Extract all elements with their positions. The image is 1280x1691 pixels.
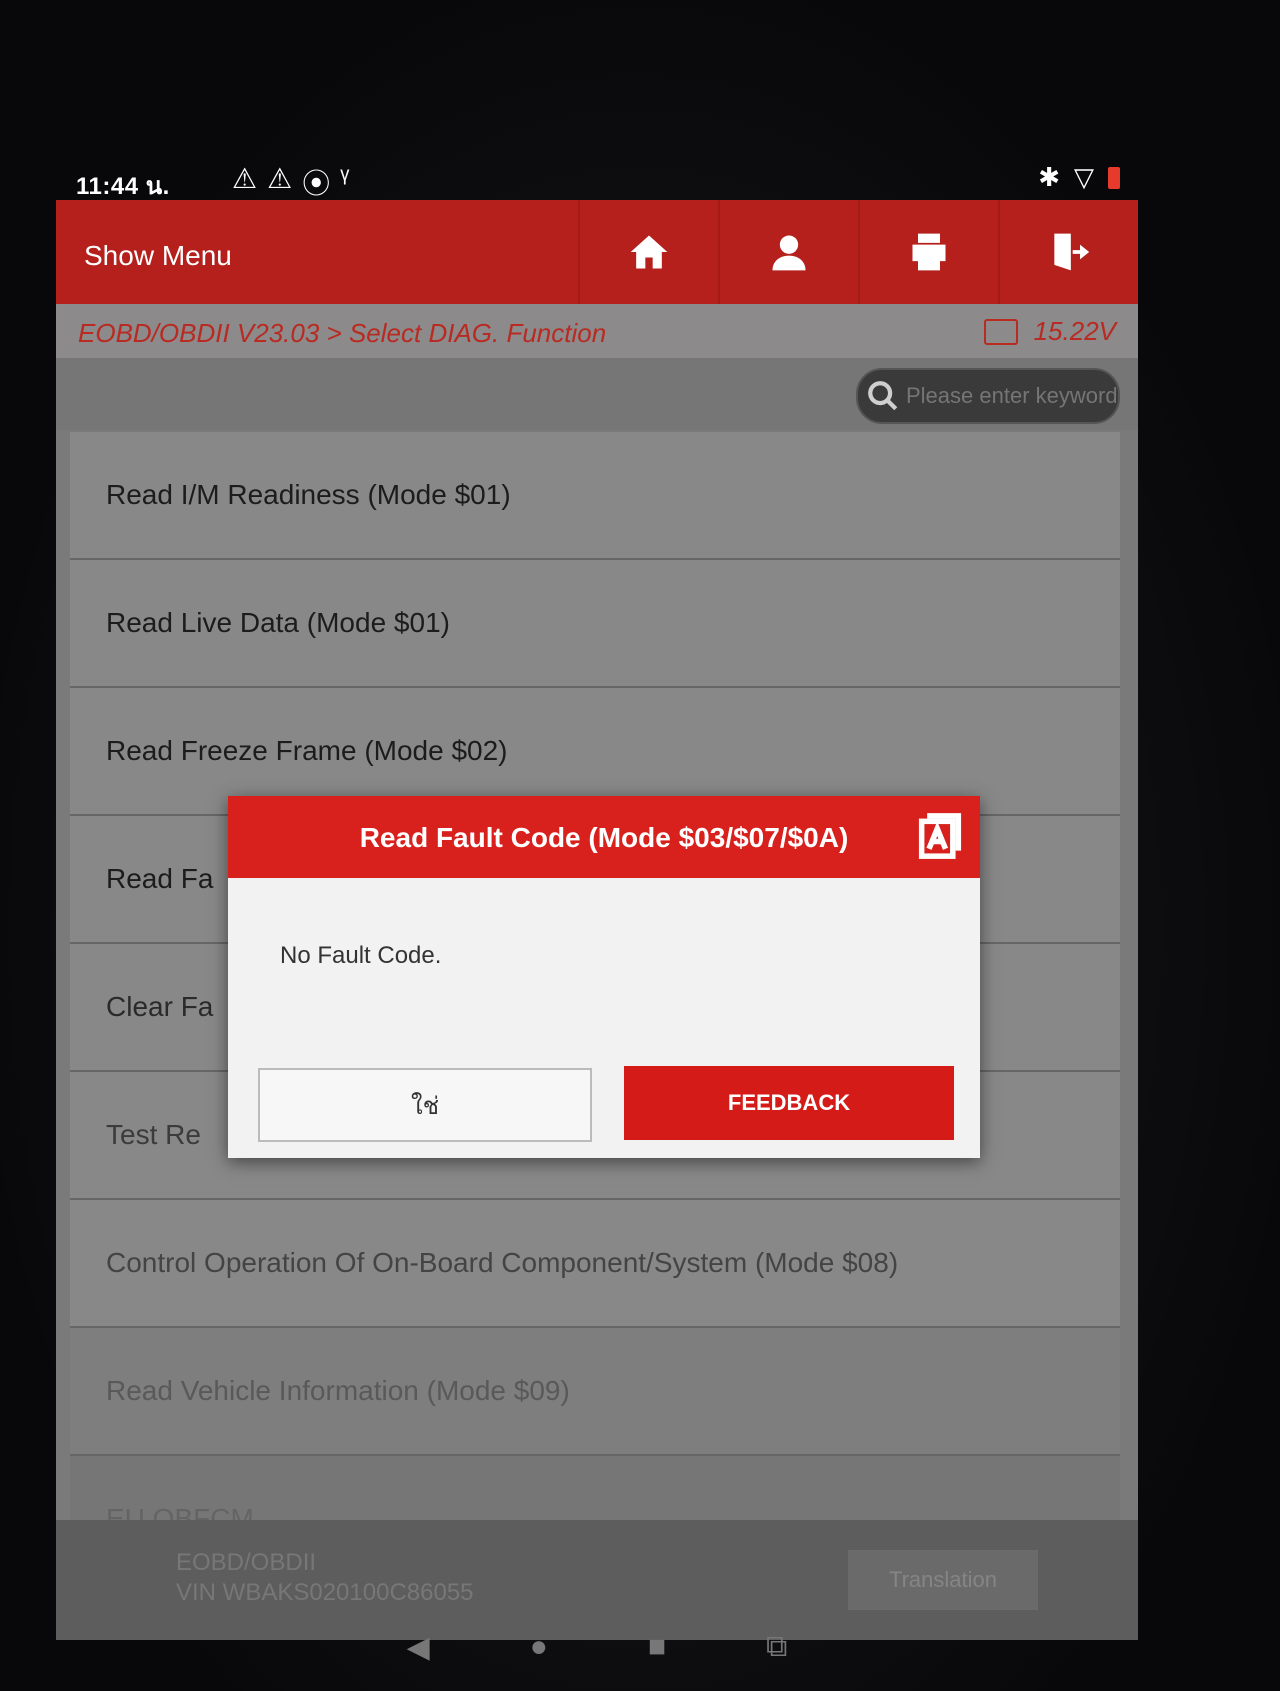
translation-button[interactable]: Translation [848, 1550, 1038, 1610]
home-button[interactable] [578, 200, 718, 304]
top-icons [578, 200, 1138, 304]
system-name: EOBD/OBDII [176, 1549, 317, 1576]
vin-number: VIN WBAKS020100C86055 [176, 1579, 474, 1606]
translate-icon [918, 813, 962, 859]
dialog-title: Read Fault Code (Mode $03/$07/$0A) [359, 822, 849, 853]
breadcrumb-bar: EOBD/OBDII V23.03 > Select DIAG. Functio… [56, 304, 1138, 358]
warning-icon: ⚠ [267, 163, 293, 194]
status-icons-right: ✱ ▽ [1038, 162, 1120, 193]
status-bar: 11:44 น. ⚠ ⚠ ⦿ ᵞ ✱ ▽ [60, 158, 1140, 204]
print-button[interactable] [858, 200, 998, 304]
show-menu-button[interactable]: Show Menu [84, 240, 232, 272]
voltage-indicator: 15.22V [983, 316, 1116, 347]
screenshot-icon[interactable]: ⧉ [766, 1630, 787, 1664]
list-item[interactable]: Read Live Data (Mode $01) [70, 560, 1120, 688]
list-item[interactable]: Control Operation Of On-Board Component/… [70, 1200, 1120, 1328]
dialog-message: No Fault Code. [280, 942, 442, 969]
bluetooth-icon: ✱ [1038, 162, 1060, 192]
device-frame: 11:44 น. ⚠ ⚠ ⦿ ᵞ ✱ ▽ Show Menu EOBD/OBDI… [0, 0, 1280, 1691]
wifi-icon: ▽ [1074, 162, 1094, 192]
feedback-button[interactable]: FEEDBACK [624, 1066, 954, 1140]
search-icon [868, 381, 898, 411]
search-input[interactable] [900, 382, 1118, 410]
android-nav-bar: ◀ ● ■ ⧉ [56, 1612, 1138, 1682]
list-item[interactable]: Read I/M Readiness (Mode $01) [70, 432, 1120, 560]
yes-button[interactable]: ใช่ [258, 1068, 592, 1142]
top-bar: Show Menu [56, 200, 1138, 304]
search-box[interactable] [856, 368, 1120, 424]
vehicle-info: EOBD/OBDII VIN WBAKS020100C86055 [176, 1548, 474, 1608]
fault-code-dialog: Read Fault Code (Mode $03/$07/$0A) No Fa… [228, 796, 980, 1158]
dialog-translate-button[interactable] [918, 812, 962, 860]
exit-button[interactable] [998, 200, 1138, 304]
car-battery-icon [983, 318, 1018, 345]
recents-icon[interactable]: ■ [648, 1630, 666, 1664]
exit-icon [1054, 233, 1090, 271]
usb-icon: ᵞ [340, 162, 350, 193]
warning-icon: ⚠ [232, 163, 258, 194]
support-icon [772, 235, 806, 271]
status-icons-left: ⚠ ⚠ ⦿ ᵞ [232, 162, 349, 202]
breadcrumb: EOBD/OBDII V23.03 > Select DIAG. Functio… [78, 318, 607, 348]
list-item[interactable]: Read Vehicle Information (Mode $09) [70, 1328, 1120, 1456]
home-icon [630, 235, 668, 269]
back-icon[interactable]: ◀ [407, 1630, 430, 1665]
bluetooth-circle-icon: ⦿ [302, 168, 331, 199]
support-button[interactable] [718, 200, 858, 304]
voltage-value: 15.22V [1033, 316, 1116, 346]
home-dot-icon[interactable]: ● [530, 1630, 548, 1664]
battery-icon [1108, 166, 1120, 189]
dialog-header: Read Fault Code (Mode $03/$07/$0A) [228, 796, 980, 878]
print-icon [912, 233, 946, 271]
search-row [56, 358, 1138, 430]
